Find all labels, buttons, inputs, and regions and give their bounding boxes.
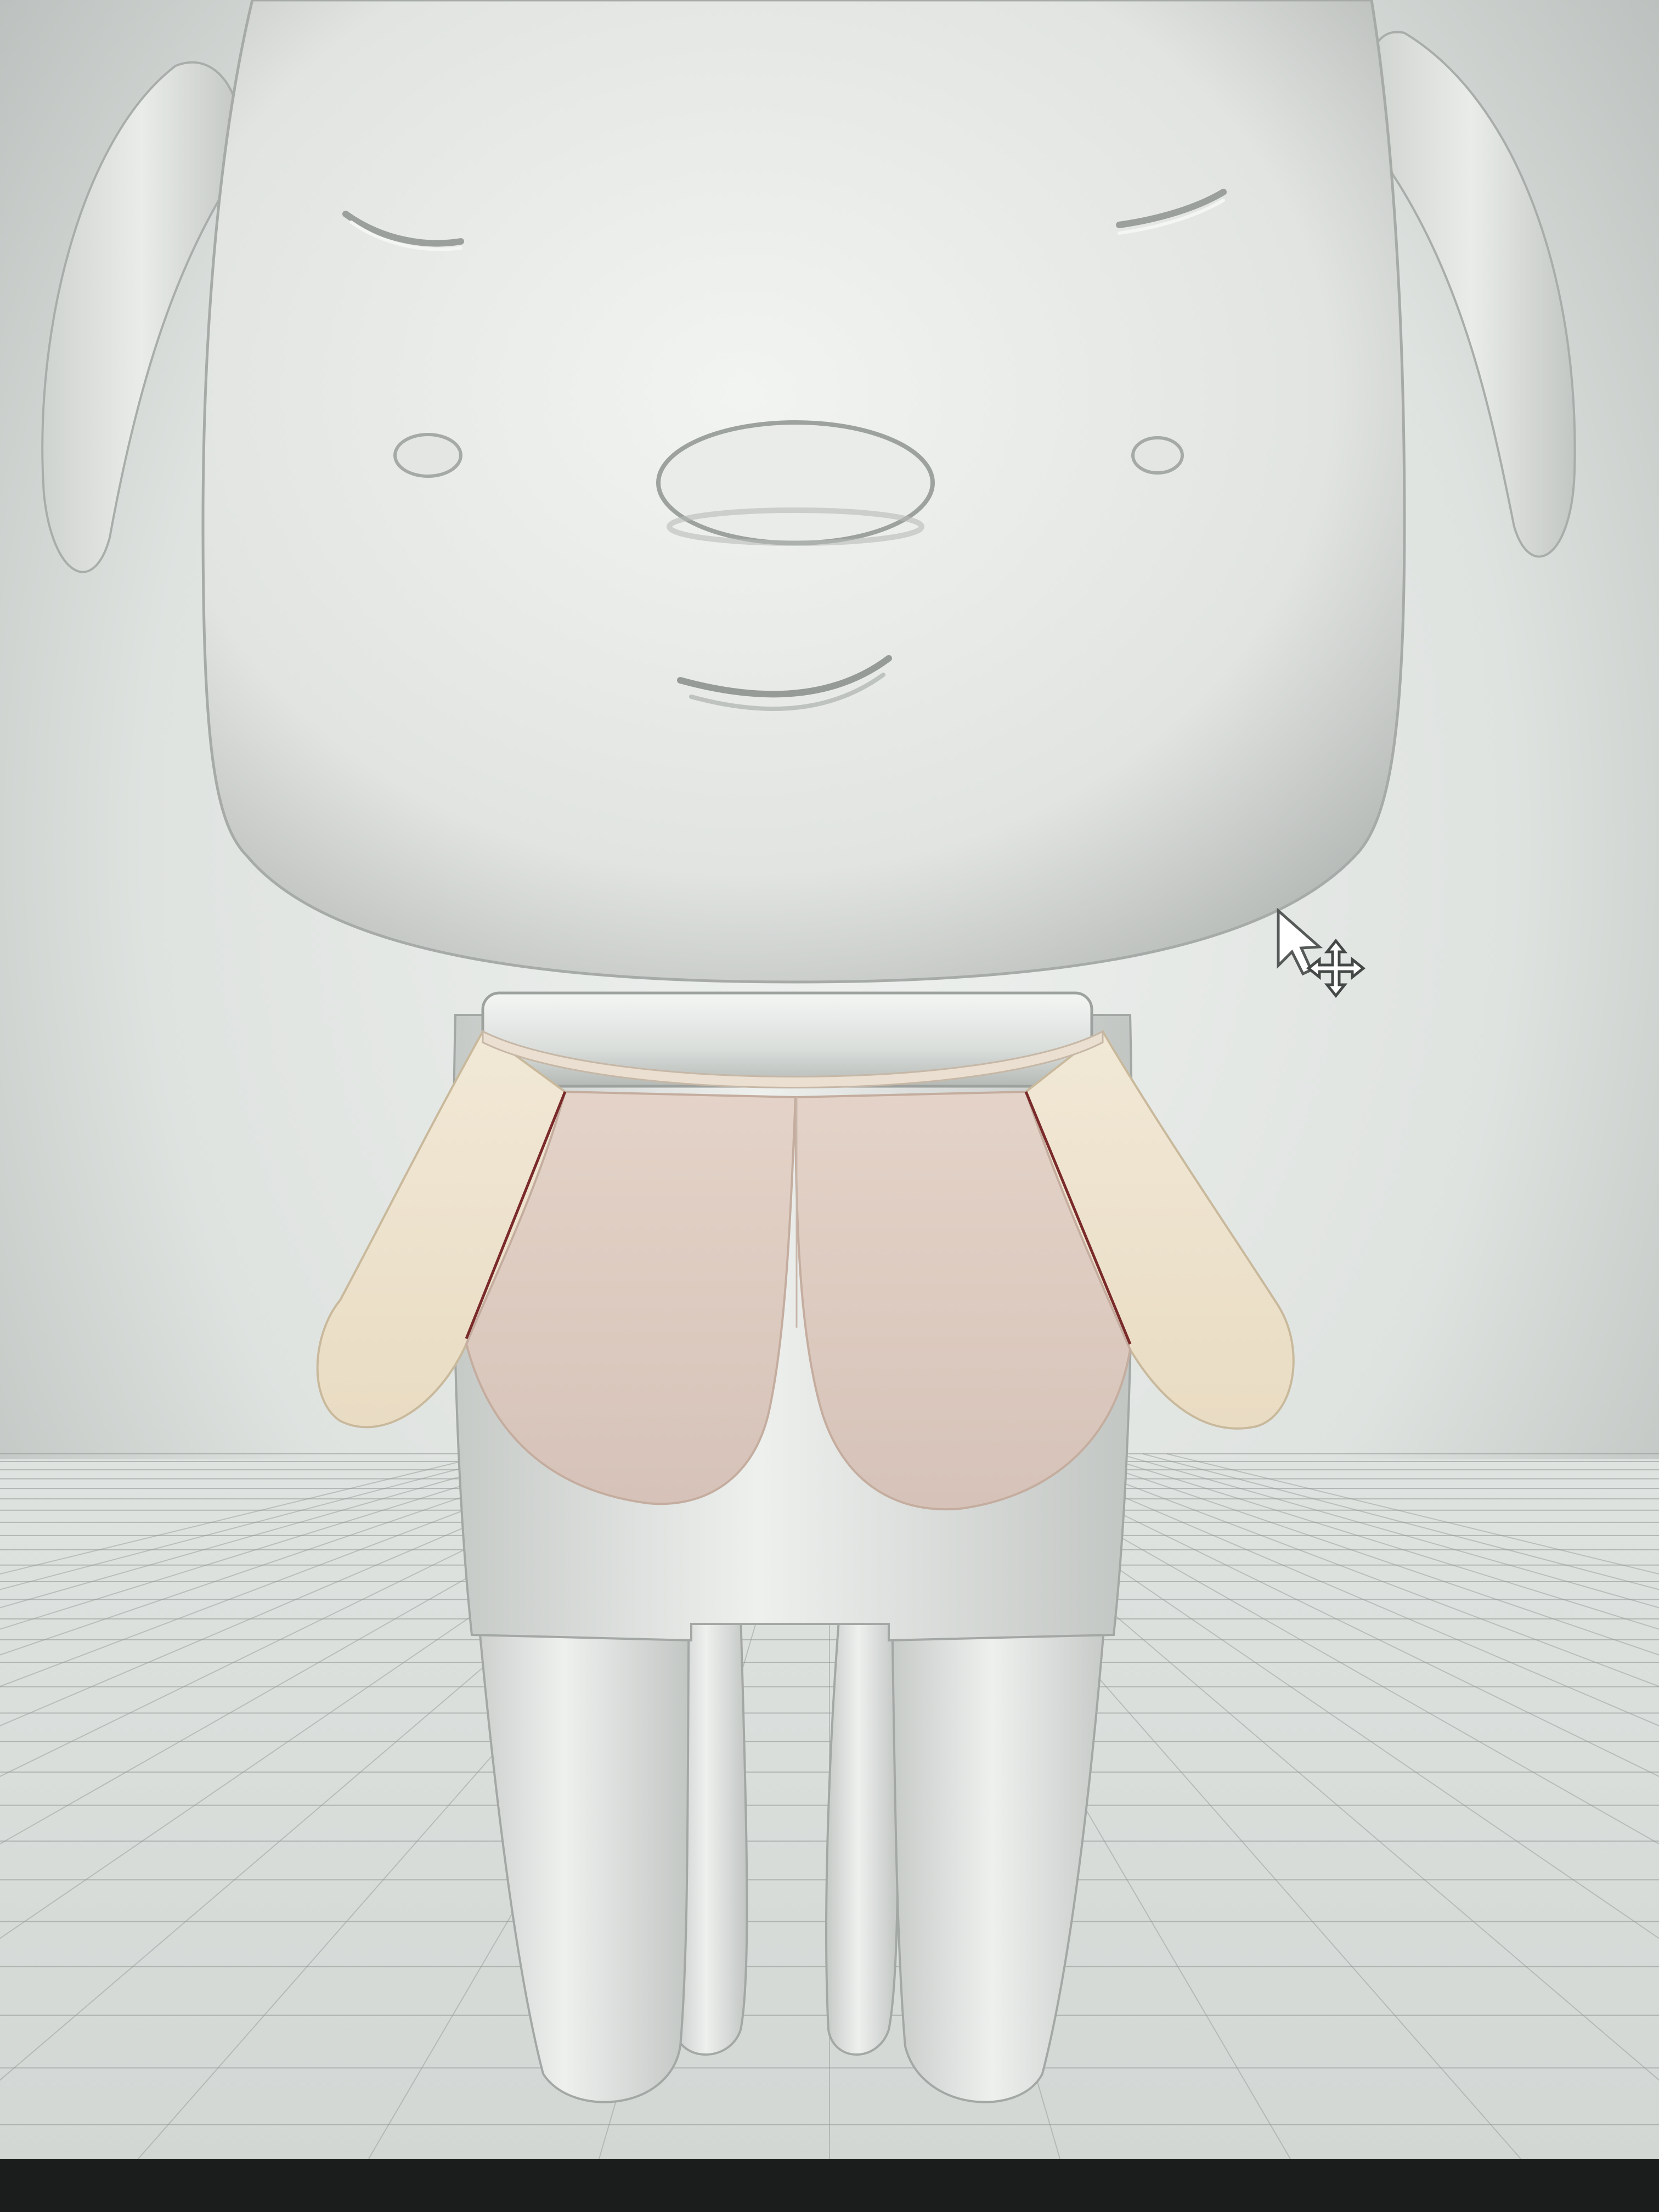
right-cheek-bump: [1131, 436, 1184, 475]
right-back-leg[interactable]: [825, 1612, 899, 2056]
nose: [656, 420, 935, 545]
monitor-bezel: [0, 2159, 1659, 2212]
3d-viewport[interactable]: [0, 0, 1659, 2212]
scene-canvas[interactable]: [0, 0, 1659, 2212]
left-cheek-bump: [393, 433, 462, 478]
